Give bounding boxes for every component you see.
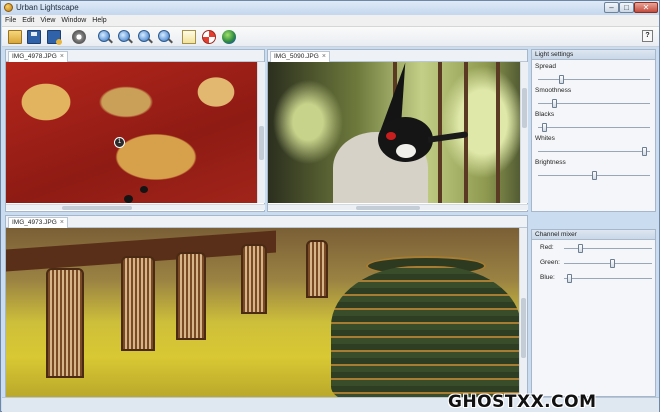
close-tab-icon[interactable]: ×	[60, 218, 64, 228]
channel-mixer-panel: Channel mixer Red: Green: Blue:	[531, 229, 656, 397]
bird-photo	[268, 62, 520, 203]
light-slider-label: Whites	[535, 135, 555, 142]
tab-strip: IMG_5090.JPG ×	[268, 50, 527, 62]
image-canvas-bird[interactable]	[268, 62, 520, 203]
ceramic-vase	[331, 266, 519, 397]
tab-label: IMG_4978.JPG	[12, 53, 57, 60]
maximize-button[interactable]: □	[619, 2, 634, 13]
minimize-button[interactable]: –	[604, 2, 619, 13]
app-logo-icon	[4, 3, 13, 12]
light-slider-label: Spread	[535, 63, 556, 70]
light-slider-track[interactable]	[538, 151, 650, 152]
horizontal-scrollbar[interactable]	[6, 204, 265, 210]
mixer-slider-label: Red:	[540, 244, 554, 251]
tab-img-4978[interactable]: IMG_4978.JPG ×	[8, 51, 68, 62]
menu-edit[interactable]: Edit	[19, 15, 37, 27]
save-as-icon[interactable]	[47, 30, 62, 45]
scroll-thumb[interactable]	[522, 88, 527, 128]
image-canvas-dragon[interactable]: 1	[6, 62, 257, 203]
image-icon[interactable]	[182, 30, 196, 44]
scroll-thumb[interactable]	[356, 206, 420, 210]
image-canvas-dining-room[interactable]	[6, 228, 519, 397]
light-slider-label: Blacks	[535, 111, 555, 118]
light-slider-thumb[interactable]	[591, 171, 597, 180]
watermark-text: GHOSTXX.COM	[448, 392, 597, 412]
vertical-scrollbar[interactable]	[520, 62, 528, 203]
window-title: Urban Lightscape	[16, 3, 79, 12]
zoom-fit-icon[interactable]	[138, 30, 150, 42]
light-slider-track[interactable]	[538, 79, 650, 80]
dark-spot	[140, 186, 148, 193]
light-slider-thumb[interactable]	[641, 147, 647, 156]
cage-bar	[496, 62, 500, 203]
light-slider-label: Smoothness	[535, 87, 572, 94]
zoom-in-icon[interactable]	[98, 30, 110, 42]
mixer-slider-track[interactable]	[564, 278, 652, 279]
light-slider-thumb[interactable]	[559, 75, 565, 84]
menu-bar: File Edit View Window Help	[2, 15, 659, 27]
chair	[306, 240, 328, 298]
channel-mixer-title: Channel mixer	[532, 230, 655, 240]
close-button[interactable]: ✕	[634, 2, 658, 13]
close-tab-icon[interactable]: ×	[60, 52, 64, 62]
close-tab-icon[interactable]: ×	[322, 52, 326, 62]
dragon-photo	[6, 62, 257, 203]
menu-file[interactable]: File	[2, 15, 19, 27]
mixer-slider-track[interactable]	[564, 263, 652, 264]
cage-bar	[438, 62, 442, 203]
image-pane-bottom: IMG_4973.JPG ×	[5, 215, 528, 397]
zoom-out-icon[interactable]	[118, 30, 130, 42]
image-pane-top-left: IMG_4978.JPG × 1	[5, 49, 265, 212]
mixer-slider-thumb[interactable]	[578, 244, 584, 253]
image-pane-top-right: IMG_5090.JPG ×	[267, 49, 528, 212]
settings-icon[interactable]	[72, 30, 86, 44]
light-settings-panel: Light settings Spread Smoothness Blacks Whi…	[531, 49, 656, 212]
light-slider-thumb[interactable]	[551, 99, 557, 108]
scroll-thumb[interactable]	[521, 298, 526, 358]
menu-help[interactable]: Help	[89, 15, 109, 27]
point-marker[interactable]: 1	[114, 137, 125, 148]
tab-label: IMG_4973.JPG	[12, 219, 57, 226]
vertical-scrollbar[interactable]	[257, 62, 265, 203]
bird-red-patch	[386, 132, 396, 140]
open-folder-icon[interactable]	[8, 30, 22, 44]
app-window: Urban Lightscape – □ ✕ File Edit View Windo…	[0, 0, 660, 412]
dining-room-photo	[6, 228, 519, 397]
tab-strip: IMG_4973.JPG ×	[6, 216, 527, 228]
light-slider-thumb[interactable]	[542, 123, 548, 132]
light-slider-track[interactable]	[538, 127, 650, 128]
vertical-scrollbar[interactable]	[519, 228, 527, 397]
bird-cheek	[396, 144, 416, 158]
light-slider-label: Brightness	[535, 159, 566, 166]
chair	[121, 256, 155, 351]
chair	[241, 244, 267, 314]
mixer-slider-thumb[interactable]	[567, 274, 573, 283]
bird-beak	[427, 131, 469, 143]
whats-this-help-button[interactable]: ?	[642, 30, 653, 42]
zoom-actual-icon[interactable]	[158, 30, 170, 42]
menu-view[interactable]: View	[37, 15, 58, 27]
web-globe-icon[interactable]	[222, 30, 236, 44]
mixer-slider-thumb[interactable]	[609, 259, 615, 268]
horizontal-scrollbar[interactable]	[268, 204, 528, 210]
light-settings-title: Light settings	[532, 50, 655, 60]
mixer-slider-label: Green:	[540, 259, 560, 266]
tab-strip: IMG_4978.JPG ×	[6, 50, 264, 62]
mixer-slider-label: Blue:	[540, 274, 555, 281]
toolbar: ?	[2, 27, 659, 47]
title-bar[interactable]: Urban Lightscape – □ ✕	[1, 1, 659, 15]
tab-img-4973[interactable]: IMG_4973.JPG ×	[8, 217, 68, 228]
tab-img-5090[interactable]: IMG_5090.JPG ×	[270, 51, 330, 62]
chair	[46, 268, 84, 378]
chair	[176, 252, 206, 340]
scroll-thumb[interactable]	[259, 126, 264, 160]
menu-window[interactable]: Window	[58, 15, 89, 27]
tab-label: IMG_5090.JPG	[274, 53, 319, 60]
save-icon[interactable]	[27, 30, 41, 44]
help-lifebuoy-icon[interactable]	[202, 30, 216, 44]
scroll-thumb[interactable]	[62, 206, 132, 210]
dark-spot	[124, 195, 133, 203]
